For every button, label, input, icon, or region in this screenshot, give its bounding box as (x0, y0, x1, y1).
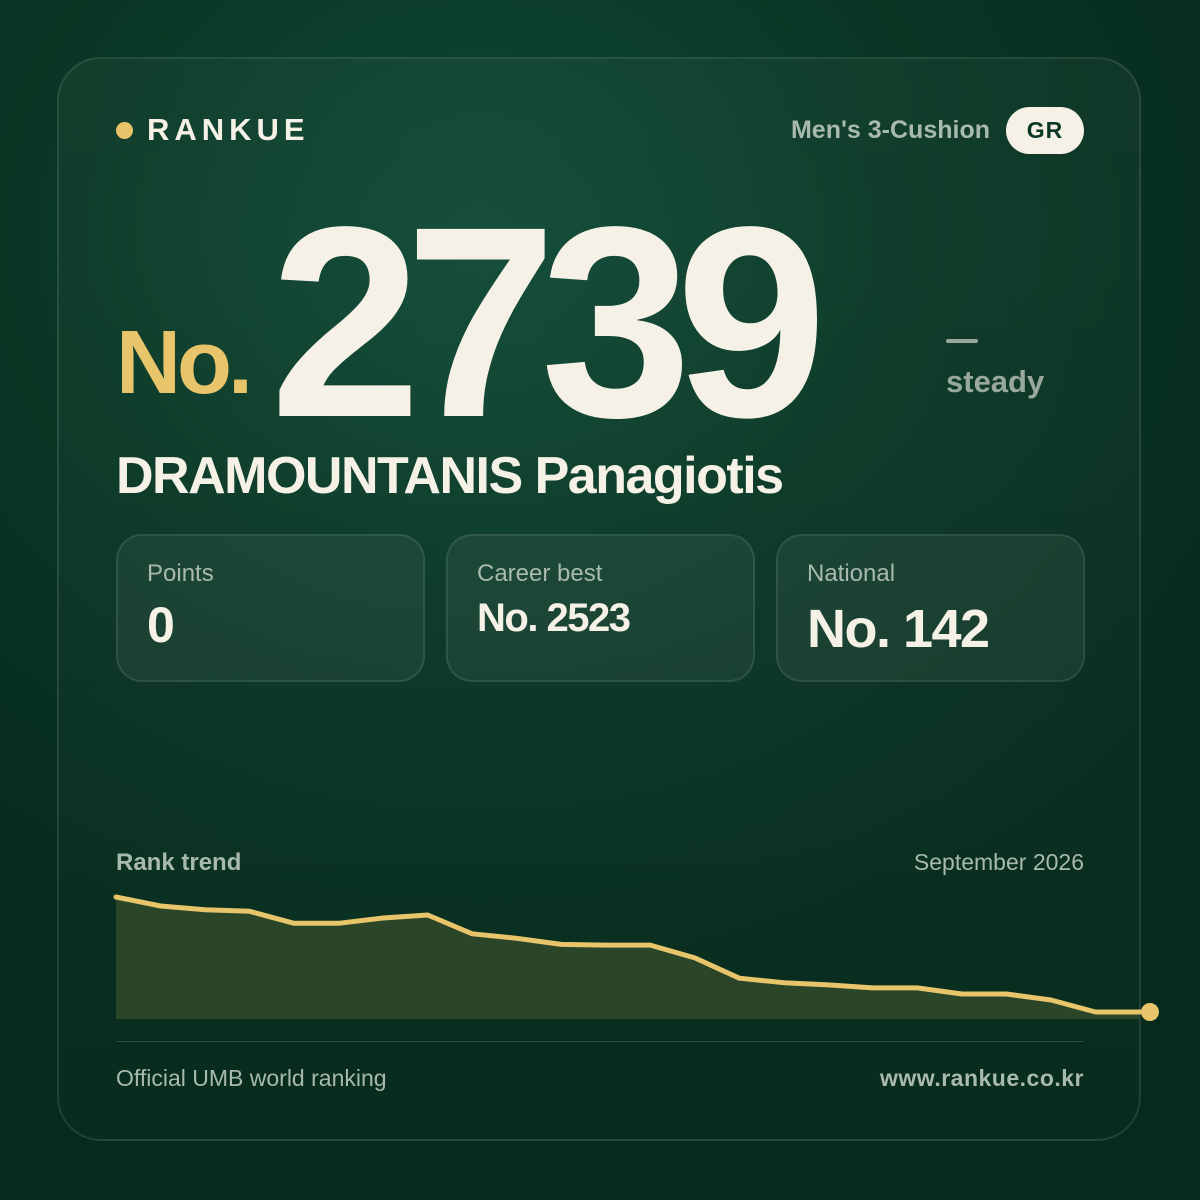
footer-website: www.rankue.co.kr (880, 1065, 1084, 1091)
footer-source: Official UMB world ranking (116, 1065, 387, 1091)
footer-divider (116, 1041, 1084, 1042)
trend-current-point (1141, 1003, 1159, 1021)
rank-trend-chart (113, 894, 1159, 1021)
